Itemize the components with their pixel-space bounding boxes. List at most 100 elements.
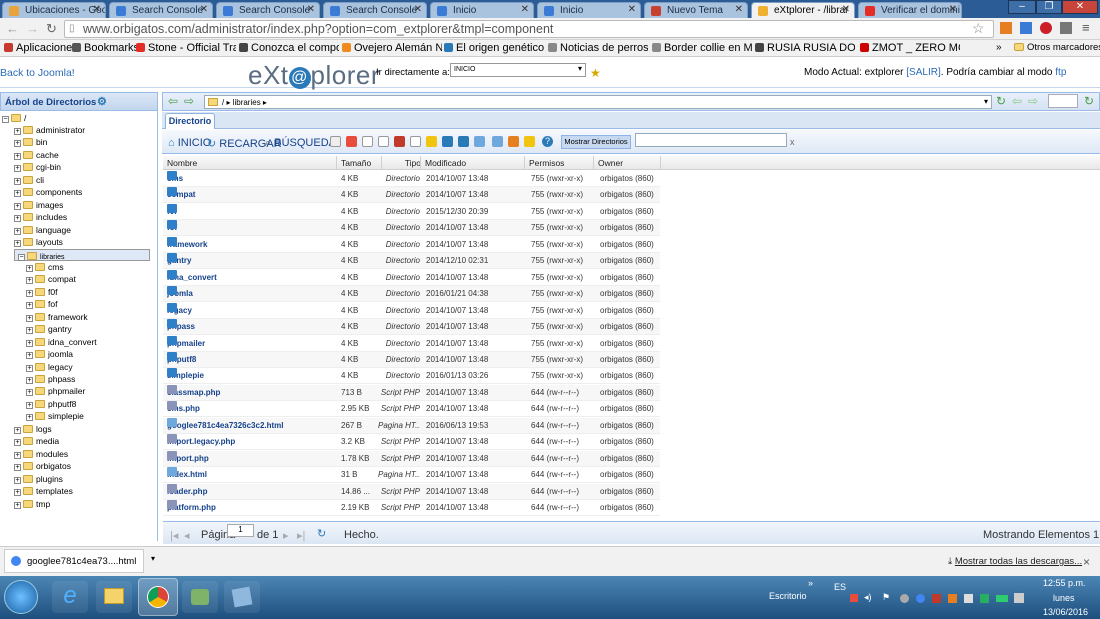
tree-item-modules[interactable]: + modules	[14, 448, 150, 460]
expand-icon[interactable]: +	[26, 352, 33, 360]
expand-icon[interactable]: +	[14, 426, 21, 434]
last-page-icon[interactable]: ▸|	[297, 529, 305, 542]
archive-icon[interactable]	[508, 136, 519, 147]
tree-item-fof[interactable]: + fof	[26, 298, 150, 310]
tray-icon[interactable]	[916, 594, 925, 603]
table-row[interactable]: phpass 4 KB Directorio 2014/10/07 13:48 755 …	[163, 319, 660, 336]
bookmark-item[interactable]: Ovejero Alemán Neg	[342, 42, 442, 54]
tree-item-phputf8[interactable]: + phputf8	[26, 398, 150, 410]
col-nombre[interactable]: Nombre	[163, 156, 201, 170]
close-tab-icon[interactable]: ✕	[735, 4, 743, 15]
tree-item-logs[interactable]: + logs	[14, 423, 150, 435]
table-row[interactable]: simplepie 4 KB Directorio 2016/01/13 03:26 7…	[163, 368, 660, 385]
explorer-icon[interactable]	[96, 581, 132, 613]
expand-icon[interactable]: +	[26, 389, 33, 397]
expand-icon[interactable]: +	[14, 501, 21, 509]
tree-item-cache[interactable]: + cache	[14, 149, 150, 161]
collapse-icon[interactable]: −	[18, 253, 25, 261]
volume-icon[interactable]: ◂)	[864, 592, 872, 603]
chevron-down-icon[interactable]: ▾	[151, 554, 155, 563]
search-button[interactable]: ⌕ BÚSQUEDA	[265, 137, 336, 150]
table-row[interactable]: googlee781c4ea7326c3c2.html 267 B Pagina H…	[163, 417, 660, 434]
expand-icon[interactable]: +	[26, 414, 33, 422]
close-tab-icon[interactable]: ✕	[628, 4, 636, 15]
extension-icon[interactable]	[1060, 22, 1072, 34]
diff-icon[interactable]	[458, 136, 469, 147]
table-row[interactable]: phputf8 4 KB Directorio 2014/10/07 13:48 755…	[163, 351, 660, 368]
view-icon[interactable]	[442, 136, 453, 147]
tree-root[interactable]: − /	[2, 112, 26, 124]
next-page-icon[interactable]: ▸	[283, 529, 289, 542]
collapse-icon[interactable]: −	[2, 116, 9, 123]
tree-item-cgi-bin[interactable]: + cgi-bin	[14, 161, 150, 173]
table-row[interactable]: import.php 1.78 KB Script PHP 2014/10/07 13…	[163, 450, 660, 467]
tree-item-gantry[interactable]: + gantry	[26, 323, 150, 335]
close-tab-icon[interactable]: ✕	[414, 4, 422, 15]
tree-item-administrator[interactable]: + administrator	[14, 124, 150, 136]
browser-tab[interactable]: Inicio ✕	[430, 2, 534, 18]
browser-tab[interactable]: Search Console ✕	[323, 2, 427, 18]
browser-tab[interactable]: Inicio ✕	[537, 2, 641, 18]
taskbar-chevron[interactable]: »	[808, 578, 813, 588]
tray-icon[interactable]	[900, 594, 909, 603]
forward-arrow-icon[interactable]: ⇨	[184, 94, 194, 108]
bookmark-item[interactable]: Aplicaciones	[4, 42, 78, 54]
close-tab-icon[interactable]: ✕	[307, 4, 315, 15]
table-row[interactable]: fof 4 KB Directorio 2014/10/07 13:48 755 (rw…	[163, 220, 660, 237]
col-tamano[interactable]: Tamaño	[336, 156, 375, 170]
refresh-icon[interactable]: ↻	[1084, 94, 1094, 108]
bookmark-item[interactable]: El origen genético de	[444, 42, 544, 54]
tree-item-media[interactable]: + media	[14, 435, 150, 447]
clear-filter-button[interactable]: x	[790, 137, 795, 147]
expand-icon[interactable]: +	[14, 451, 21, 459]
flag-icon[interactable]: ⚑	[882, 592, 890, 603]
expand-icon[interactable]: +	[14, 489, 21, 497]
expand-icon[interactable]: +	[14, 140, 21, 148]
browser-tab[interactable]: Ubicaciones - Goo ✕	[2, 2, 106, 18]
bookmark-item[interactable]: ZMOT _ ZERO MOME	[860, 42, 960, 54]
col-tipo[interactable]: Tipo	[381, 156, 425, 170]
back-arrow-icon[interactable]: ⇦	[1012, 94, 1022, 108]
table-row[interactable]: gantry 4 KB Directorio 2014/12/10 02:31 755 …	[163, 253, 660, 270]
tree-item-cms[interactable]: + cms	[26, 261, 150, 273]
bookmark-star-icon[interactable]: ★	[590, 66, 601, 80]
col-owner[interactable]: Owner	[593, 156, 660, 170]
table-row[interactable]: cms.php 2.95 KB Script PHP 2014/10/07 13:48…	[163, 401, 660, 418]
download-item[interactable]: googlee781c4ea73....html ▾	[4, 549, 155, 573]
bookmark-item[interactable]: RUSIA RUSIA DOG-ra	[755, 42, 855, 54]
first-page-icon[interactable]: |◂	[170, 529, 178, 542]
tree-refresh-icon[interactable]: ⚙	[97, 95, 107, 108]
back-icon[interactable]: ←	[6, 21, 19, 36]
expand-icon[interactable]: +	[26, 289, 33, 297]
maximize-button[interactable]: ❐	[1036, 0, 1062, 14]
goto-select[interactable]: INICIO ▾	[450, 63, 586, 77]
bookmark-item[interactable]: Noticias de perros - I	[548, 42, 648, 54]
tree-item-legacy[interactable]: + legacy	[26, 361, 150, 373]
rename-icon[interactable]	[410, 136, 421, 147]
extract-icon[interactable]	[524, 136, 535, 147]
expand-icon[interactable]: +	[26, 327, 33, 335]
forward-arrow-icon[interactable]: ⇨	[1028, 94, 1038, 108]
tree-item-templates[interactable]: + templates	[14, 485, 150, 497]
app-icon[interactable]	[224, 581, 260, 613]
tree-item-layouts[interactable]: + layouts	[14, 236, 150, 248]
browser-tab[interactable]: Search Console ✕	[216, 2, 320, 18]
expand-icon[interactable]: +	[26, 277, 33, 285]
tree-item-language[interactable]: + language	[14, 224, 150, 236]
expand-icon[interactable]: +	[14, 128, 21, 135]
tab-directorio[interactable]: Directorio	[165, 113, 215, 129]
expand-icon[interactable]: +	[14, 202, 21, 210]
minimize-button[interactable]: ‒	[1008, 0, 1036, 14]
expand-icon[interactable]: +	[14, 177, 21, 185]
tree-item-images[interactable]: + images	[14, 199, 150, 211]
filter-input[interactable]	[635, 133, 787, 147]
expand-icon[interactable]: +	[26, 264, 33, 272]
star-icon[interactable]: ☆	[972, 20, 985, 37]
col-modificado[interactable]: Modificado	[420, 156, 470, 170]
bookmarks-more[interactable]: »	[996, 42, 1002, 53]
expand-icon[interactable]: +	[14, 476, 21, 484]
tree-item-plugins[interactable]: + plugins	[14, 473, 150, 485]
table-row[interactable]: import.legacy.php 3.2 KB Script PHP 2014/10…	[163, 434, 660, 451]
ie-icon[interactable]: e	[52, 581, 88, 613]
move-icon[interactable]	[378, 136, 389, 147]
